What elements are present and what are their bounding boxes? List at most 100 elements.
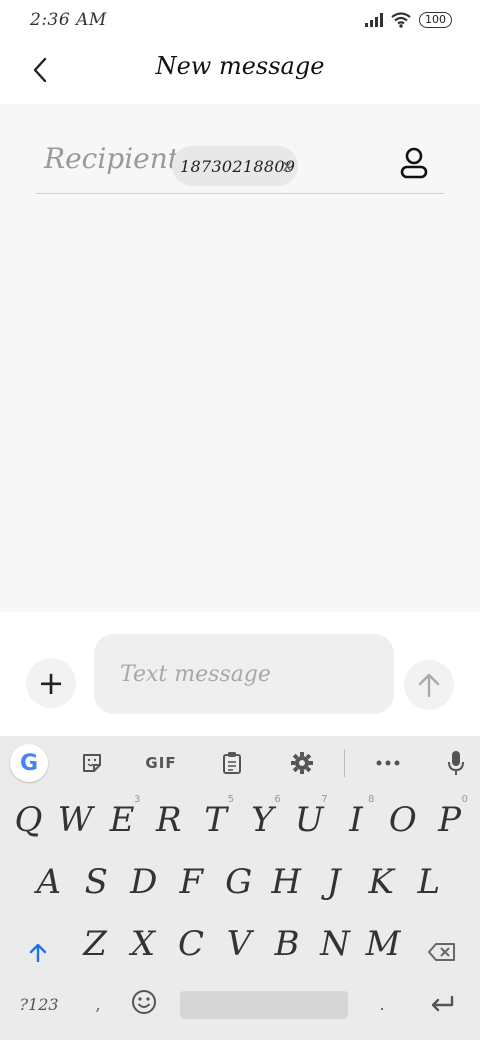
key-label: S [84, 862, 108, 902]
key-label: E [109, 800, 135, 840]
key-b[interactable]: B [264, 916, 310, 972]
key-label: J [326, 862, 341, 902]
shift-icon [29, 943, 47, 962]
signal-icon [365, 13, 383, 27]
backspace-icon [428, 943, 455, 961]
enter-icon [431, 995, 454, 1012]
backspace-key[interactable] [424, 932, 460, 972]
key-q[interactable]: Q [6, 792, 51, 848]
key-label: W [57, 800, 93, 840]
more-button[interactable] [372, 744, 404, 782]
gif-button[interactable]: GIF [140, 744, 182, 782]
toolbar-divider [344, 749, 345, 777]
key-t[interactable]: T5 [193, 792, 238, 848]
key-p[interactable]: P0 [427, 792, 472, 848]
contact-picker-button[interactable] [398, 146, 430, 182]
status-bar: 2:36 AM 100 [0, 0, 480, 42]
key-label: V [226, 924, 252, 964]
send-button[interactable] [404, 660, 454, 710]
battery-indicator: 100 [419, 12, 452, 28]
key-label: K [368, 862, 394, 902]
key-label: A [36, 862, 62, 902]
key-h[interactable]: H [264, 854, 310, 910]
key-o[interactable]: O [380, 792, 425, 848]
sticker-button[interactable] [76, 744, 108, 782]
key-label: F [179, 862, 204, 902]
key-k[interactable]: K [359, 854, 405, 910]
key-d[interactable]: D [121, 854, 167, 910]
key-label: P [438, 800, 462, 840]
key-label: Q [14, 800, 43, 840]
key-label: R [155, 800, 182, 840]
key-a[interactable]: A [26, 854, 72, 910]
key-hint: 5 [227, 794, 234, 805]
key-y[interactable]: Y6 [240, 792, 285, 848]
key-e[interactable]: E3 [100, 792, 145, 848]
add-attachment-button[interactable]: + [26, 658, 76, 708]
gear-icon [291, 752, 313, 774]
key-label: Z [83, 924, 107, 964]
key-f[interactable]: F [169, 854, 215, 910]
google-icon: G [19, 750, 39, 776]
recipient-label: Recipient: [44, 142, 189, 175]
enter-key[interactable] [424, 988, 460, 1020]
key-label: N [320, 924, 350, 964]
key-v[interactable]: V [216, 916, 262, 972]
key-label: T [204, 800, 227, 840]
key-label: H [271, 862, 302, 902]
period-key[interactable]: . [372, 988, 392, 1020]
key-label: C [177, 924, 204, 964]
key-label: M [365, 924, 401, 964]
status-time: 2:36 AM [30, 10, 107, 30]
comma-key[interactable]: , [88, 988, 108, 1020]
key-w[interactable]: W [53, 792, 98, 848]
google-button[interactable]: G [10, 744, 48, 782]
key-label: B [274, 924, 300, 964]
recipient-chip[interactable]: 18730218809 x [172, 146, 298, 186]
voice-input-button[interactable] [442, 744, 470, 782]
keyboard: G GIF Q W E 3 R T 5 Y 6 U 7 I 8 O P 0 A … [0, 736, 480, 1040]
settings-button[interactable] [286, 744, 318, 782]
more-icon [376, 760, 400, 766]
key-label: X [130, 924, 156, 964]
key-hint: 8 [368, 794, 375, 805]
key-label: I [349, 800, 363, 840]
key-m[interactable]: M [360, 916, 406, 972]
symbols-key[interactable]: ?123 [14, 988, 64, 1020]
key-u[interactable]: U7 [287, 792, 332, 848]
message-input[interactable] [94, 634, 394, 714]
key-label: D [130, 862, 158, 902]
space-key[interactable] [180, 991, 348, 1019]
key-label: Y [251, 800, 274, 840]
conversation-area: Recipient: 18730218809 x [0, 104, 480, 612]
emoji-key[interactable] [128, 984, 160, 1020]
clipboard-button[interactable] [216, 744, 248, 782]
status-icons: 100 [365, 12, 452, 28]
key-l[interactable]: L [406, 854, 452, 910]
key-z[interactable]: Z [72, 916, 118, 972]
contact-icon [400, 147, 428, 179]
key-label: G [225, 862, 253, 902]
plus-icon: + [37, 664, 65, 702]
shift-key[interactable] [20, 932, 56, 972]
key-label: O [388, 800, 417, 840]
key-s[interactable]: S [74, 854, 120, 910]
key-label: L [417, 862, 441, 902]
wifi-icon [391, 12, 411, 28]
key-label: U [294, 800, 324, 840]
compose-bar: + [0, 612, 480, 736]
remove-recipient-button[interactable]: x [283, 156, 292, 175]
key-i[interactable]: I8 [334, 792, 379, 848]
key-hint: 3 [134, 794, 141, 805]
emoji-icon [132, 990, 156, 1014]
key-j[interactable]: J [311, 854, 357, 910]
key-hint: 7 [321, 794, 328, 805]
key-c[interactable]: C [168, 916, 214, 972]
key-r[interactable]: R [146, 792, 191, 848]
key-g[interactable]: G [216, 854, 262, 910]
key-n[interactable]: N [312, 916, 358, 972]
key-hint: 0 [461, 794, 468, 805]
clipboard-icon [223, 752, 241, 774]
key-x[interactable]: X [120, 916, 166, 972]
recipient-row: Recipient: 18730218809 x [36, 134, 444, 194]
